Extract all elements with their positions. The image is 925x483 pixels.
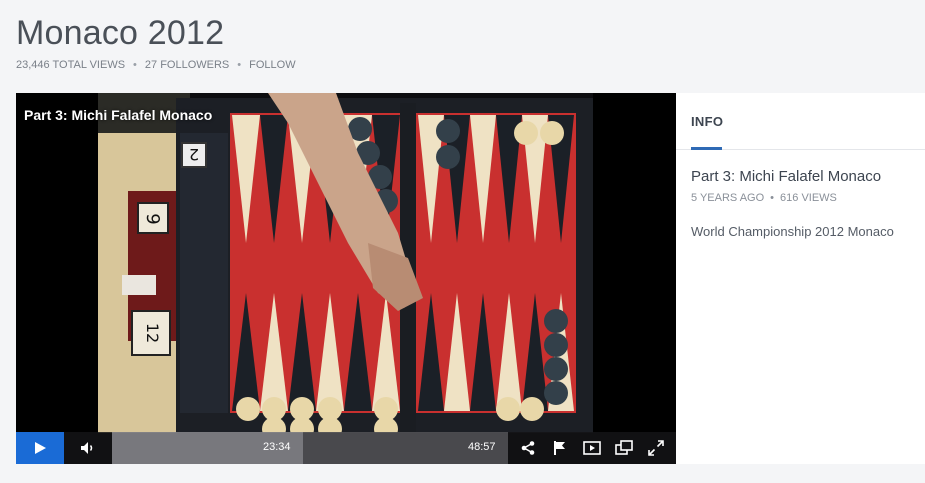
video-title: Part 3: Michi Falafel Monaco	[691, 168, 882, 185]
popout-button[interactable]	[610, 432, 638, 464]
player-controls: 23:34 48:57	[16, 432, 676, 464]
volume-icon	[81, 442, 93, 454]
info-panel: INFO Part 3: Michi Falafel Monaco 5 YEAR…	[676, 93, 925, 464]
total-views: 23,446 TOTAL VIEWS	[16, 59, 126, 71]
separator-dot: •	[133, 59, 137, 71]
play-button[interactable]	[16, 432, 64, 464]
separator-dot: •	[237, 59, 242, 71]
tab-active-indicator	[691, 147, 722, 150]
popout-icon	[615, 440, 633, 455]
svg-text:2: 2	[189, 145, 199, 164]
tab-info[interactable]: INFO	[691, 114, 723, 129]
page-title: Monaco 2012	[16, 14, 225, 52]
video-description: World Championship 2012 Monaco	[691, 224, 894, 239]
embed-icon	[583, 441, 601, 455]
play-icon	[35, 442, 46, 454]
video-player[interactable]: 9 12 2 Part 3: Michi Falafel Monaco 23:3…	[16, 93, 676, 464]
video-frame[interactable]: 9 12 2	[98, 93, 593, 433]
backgammon-board-image: 9 12 2	[98, 93, 593, 433]
followers-count[interactable]: 27 FOLLOWERS	[145, 59, 229, 71]
share-button[interactable]	[514, 432, 542, 464]
video-overlay-title: Part 3: Michi Falafel Monaco	[24, 107, 213, 123]
embed-button[interactable]	[578, 432, 606, 464]
separator-dot: •	[770, 192, 775, 204]
share-icon	[521, 441, 535, 455]
follow-button[interactable]: FOLLOW	[249, 59, 295, 71]
channel-stats: 23,446 TOTAL VIEWS • 27 FOLLOWERS • FOLL…	[16, 59, 296, 71]
total-time: 48:57	[468, 441, 496, 453]
report-button[interactable]	[546, 432, 574, 464]
video-views: 616 VIEWS	[780, 192, 837, 204]
volume-button[interactable]	[74, 432, 102, 464]
fullscreen-icon	[648, 440, 664, 456]
video-age: 5 YEARS AGO	[691, 192, 765, 204]
progress-bar[interactable]: 23:34	[112, 432, 508, 464]
flag-icon	[554, 441, 565, 455]
video-meta: 5 YEARS AGO • 616 VIEWS	[691, 192, 837, 204]
current-time: 23:34	[263, 441, 291, 453]
svg-text:9: 9	[142, 213, 163, 224]
svg-text:12: 12	[143, 323, 162, 343]
fullscreen-button[interactable]	[642, 432, 670, 464]
